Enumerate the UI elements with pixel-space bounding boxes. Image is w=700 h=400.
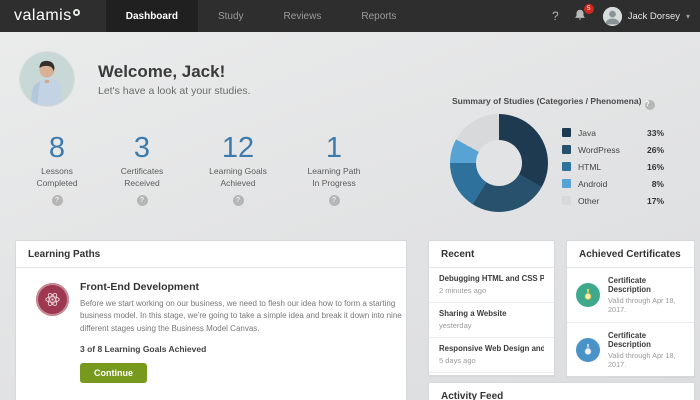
tab-study[interactable]: Study xyxy=(198,0,264,32)
nav-right: ? 5 Jack Dorsey ▾ xyxy=(552,0,700,32)
goal-list: ✓ How to Make a Website 12 Lessons ✓ Upl… xyxy=(30,396,392,400)
achieved-certificates-panel: Achieved Certificates Certificate Descri… xyxy=(566,240,695,377)
stat-certificates-received: 3 Certificates Received ? xyxy=(120,132,164,207)
recent-item[interactable]: Debugging HTML and CSS Proble... 2 minut… xyxy=(429,268,554,303)
course-description: Before we start working on our business,… xyxy=(80,299,402,333)
help-icon[interactable]: ? xyxy=(552,9,559,23)
user-menu[interactable]: Jack Dorsey ▾ xyxy=(602,6,690,26)
legend-swatch xyxy=(562,196,571,205)
tab-dashboard[interactable]: Dashboard xyxy=(105,0,198,32)
user-name: Jack Dorsey xyxy=(627,10,680,22)
welcome-block: Welcome, Jack! Let's have a look at your… xyxy=(20,52,251,106)
legend-item-java: Java 33% xyxy=(562,124,664,141)
recent-header: Recent xyxy=(429,241,554,268)
learning-path-item: Front-End Development Before we start wo… xyxy=(16,268,406,400)
help-icon[interactable]: ? xyxy=(328,195,340,207)
legend-swatch xyxy=(562,128,571,137)
help-icon[interactable]: ? xyxy=(645,100,656,110)
course-progress: 3 of 8 Learning Goals Achieved xyxy=(80,344,207,355)
activity-feed-panel: Activity Feed xyxy=(428,382,695,400)
avatar xyxy=(602,6,622,26)
help-icon[interactable]: ? xyxy=(232,195,244,207)
legend-item-wordpress: WordPress 26% xyxy=(562,141,664,158)
nav-tabs: Dashboard Study Reviews Reports xyxy=(105,0,417,32)
summary-chart-title: Summary of Studies (Categories / Phenome… xyxy=(452,96,697,110)
legend-item-other: Other 17% xyxy=(562,192,664,209)
legend-swatch xyxy=(562,145,571,154)
tab-reports[interactable]: Reports xyxy=(341,0,416,32)
legend-item-html: HTML 16% xyxy=(562,158,664,175)
learning-paths-panel: Learning Paths Front-End Development Bef… xyxy=(15,240,407,400)
medal-icon xyxy=(576,283,600,307)
certificate-item[interactable]: Certificate Description Valid through Ap… xyxy=(567,323,694,376)
recent-item[interactable]: Adding Pages to a Website 1 week ago xyxy=(429,373,554,375)
chart-legend: Java 33% WordPress 26% HTML 16% Android … xyxy=(562,124,664,209)
recent-panel: Recent Debugging HTML and CSS Proble... … xyxy=(428,240,555,376)
valamis-logo[interactable]: valamis xyxy=(0,0,106,32)
stat-learning-goals-achieved: 12 Learning Goals Achieved ? xyxy=(209,132,267,207)
recent-item[interactable]: Sharing a Website yesterday xyxy=(429,303,554,338)
certificate-item[interactable]: Certificate Description Valid through Ap… xyxy=(567,268,694,323)
notifications-bell-icon[interactable]: 5 xyxy=(573,4,594,24)
top-nav: valamis Dashboard Study Reviews Reports … xyxy=(0,0,700,32)
tab-reviews[interactable]: Reviews xyxy=(264,0,342,32)
summary-donut-chart xyxy=(450,114,548,212)
chevron-down-icon: ▾ xyxy=(685,11,690,21)
help-icon[interactable]: ? xyxy=(51,195,63,207)
welcome-subtitle: Let's have a look at your studies. xyxy=(98,84,251,97)
course-title[interactable]: Front-End Development xyxy=(80,281,392,293)
medal-icon xyxy=(576,338,600,362)
welcome-title: Welcome, Jack! xyxy=(98,61,226,81)
recent-item[interactable]: Responsive Web Design and HTML 5 days ag… xyxy=(429,338,554,373)
donut-hole xyxy=(476,140,522,186)
stat-learning-path-in-progress: 1 Learning Path In Progress ? xyxy=(307,132,361,207)
dashboard-screen: valamis Dashboard Study Reviews Reports … xyxy=(0,0,700,400)
legend-swatch xyxy=(562,179,571,188)
legend-swatch xyxy=(562,162,571,171)
learning-paths-header: Learning Paths xyxy=(16,241,406,268)
person-icon xyxy=(602,6,622,26)
logo-badge-icon xyxy=(72,8,80,16)
user-photo-avatar xyxy=(20,52,74,106)
legend-item-android: Android 8% xyxy=(562,175,664,192)
continue-button[interactable]: Continue xyxy=(80,363,147,384)
certificates-header: Achieved Certificates xyxy=(567,241,694,268)
activity-feed-header: Activity Feed xyxy=(429,383,694,400)
help-icon[interactable]: ? xyxy=(136,195,148,207)
stat-lessons-completed: 8 Lessons Completed ? xyxy=(36,132,78,207)
atom-icon xyxy=(45,293,60,306)
goal-row-how-to-make-a-website[interactable]: ✓ How to Make a Website 12 Lessons xyxy=(35,396,392,400)
course-atom-icon xyxy=(36,283,69,316)
user-photo xyxy=(20,52,74,106)
notification-badge: 5 xyxy=(583,4,594,14)
stats-row: 8 Lessons Completed ? 3 Certificates Recei… xyxy=(18,133,380,207)
welcome-text: Welcome, Jack! Let's have a look at your… xyxy=(98,62,251,97)
logo-text: valamis xyxy=(14,7,72,24)
